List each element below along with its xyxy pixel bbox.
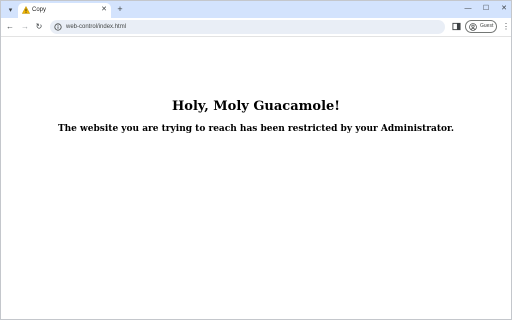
tab-search-icon[interactable]: ▾: [5, 4, 16, 15]
toolbar: ← → ↻ web-control/index.html Guest ⋮: [1, 18, 511, 36]
site-info-icon[interactable]: [54, 23, 62, 31]
browser-window: ▾ Copy ✕ + — ☐ ✕ ← → ↻ web-control/index…: [0, 0, 512, 320]
tab-close-icon[interactable]: ✕: [100, 6, 108, 14]
profile-icon: [469, 23, 477, 31]
reload-icon[interactable]: ↻: [34, 22, 44, 32]
restriction-message: The website you are trying to reach has …: [57, 124, 455, 134]
profile-label: Guest: [480, 23, 494, 29]
profile-button[interactable]: Guest: [465, 20, 497, 33]
address-bar[interactable]: web-control/index.html: [50, 20, 445, 34]
forward-icon[interactable]: →: [20, 22, 30, 32]
more-options-icon[interactable]: ⋮: [502, 22, 510, 32]
window-close-icon[interactable]: ✕: [499, 4, 509, 14]
warning-icon: [22, 6, 30, 14]
tab-title: Copy: [32, 7, 47, 13]
page-content: Holy, Moly Guacamole! The website you ar…: [1, 36, 511, 319]
maximize-icon[interactable]: ☐: [481, 4, 491, 14]
tab-active[interactable]: Copy ✕: [18, 3, 111, 18]
back-icon[interactable]: ←: [5, 22, 15, 32]
minimize-icon[interactable]: —: [463, 4, 473, 14]
page-heading: Holy, Moly Guacamole!: [172, 99, 340, 114]
url-text[interactable]: web-control/index.html: [66, 22, 126, 32]
side-panel-icon[interactable]: [452, 22, 461, 31]
new-tab-icon[interactable]: +: [115, 4, 125, 14]
tab-strip: ▾ Copy ✕ + — ☐ ✕: [1, 1, 511, 18]
